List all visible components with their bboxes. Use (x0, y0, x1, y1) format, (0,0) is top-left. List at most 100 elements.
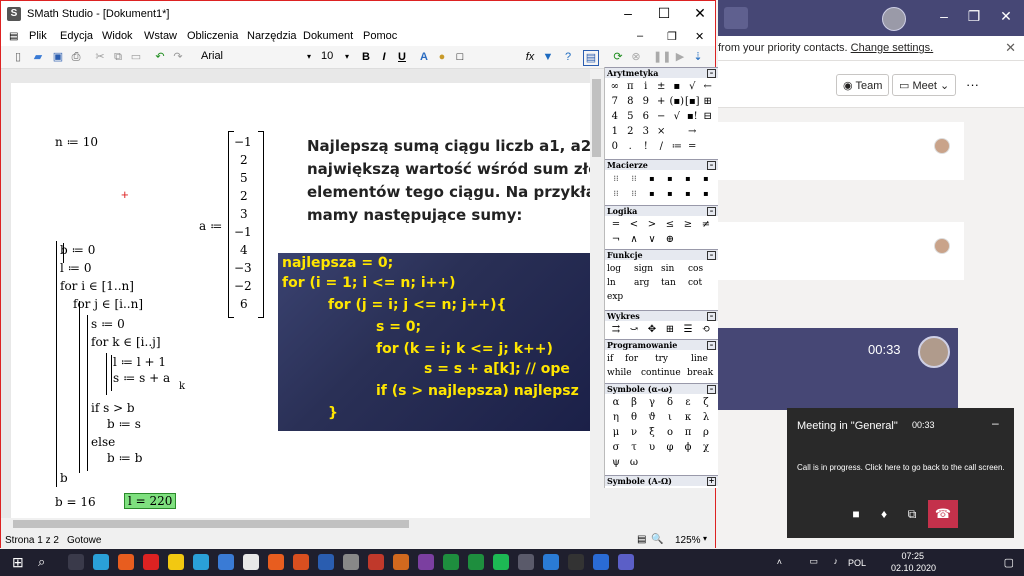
panel-button[interactable]: try (655, 352, 668, 366)
prog-line[interactable]: l ≔ l + 1 (113, 355, 166, 369)
vertical-scrollbar[interactable] (590, 69, 603, 530)
text-heading[interactable]: Najlepszą sumą ciągu liczb a1, a2, ... n… (307, 135, 590, 227)
menu-plik[interactable]: Plik (29, 30, 47, 42)
panel-button[interactable]: ← (700, 80, 716, 94)
panel-button[interactable]: log (607, 262, 621, 276)
collapse-icon[interactable]: – (707, 207, 716, 216)
panel-button[interactable]: υ (643, 441, 661, 455)
new-document-icon[interactable]: ▯ (11, 50, 25, 64)
panel-button[interactable]: < (625, 218, 643, 232)
doc-minimize-icon[interactable]: – (637, 30, 643, 42)
chevron-down-icon[interactable]: ▾ (345, 49, 349, 64)
prog-line[interactable]: else (91, 435, 115, 449)
restore-icon[interactable]: ❐ (964, 8, 984, 25)
panel-button[interactable]: 3 (638, 125, 654, 139)
italic-button[interactable]: I (377, 50, 391, 64)
tray-chevron-icon[interactable]: ˄ (777, 557, 782, 567)
prog-line[interactable]: s ≔ 0 (91, 317, 125, 331)
maximize-icon[interactable]: ☐ (649, 5, 679, 22)
panel-button[interactable]: γ (643, 396, 661, 410)
doc-restore-icon[interactable]: ❐ (667, 30, 677, 43)
panel-button[interactable]: > (643, 218, 661, 232)
opera-icon[interactable] (143, 554, 159, 570)
minimize-icon[interactable]: – (934, 8, 954, 24)
app-icon[interactable] (518, 554, 534, 570)
clock-date[interactable]: 02.10.2020 (891, 563, 936, 573)
font-name-select[interactable]: Arial (201, 49, 301, 64)
panel-button[interactable]: → (685, 125, 701, 139)
panel-button[interactable]: for (625, 352, 638, 366)
play-icon[interactable]: ▶ (673, 50, 687, 64)
banner-close-icon[interactable]: ✕ (1005, 36, 1016, 60)
doc-close-icon[interactable]: ✕ (695, 30, 704, 43)
collapse-icon[interactable]: – (707, 161, 716, 170)
panel-button[interactable]: − (654, 110, 670, 124)
pause-icon[interactable]: ❚❚ (653, 50, 671, 64)
panel-button[interactable]: ⊟ (700, 110, 716, 124)
call-card[interactable]: 00:33 (718, 328, 958, 410)
page-layout-icon[interactable]: ▤ (637, 534, 646, 545)
minimize-icon[interactable]: – (992, 416, 999, 430)
refresh-icon[interactable]: ⟲ (697, 323, 715, 337)
panel-button[interactable]: ϑ (643, 411, 661, 425)
excel-icon[interactable] (443, 554, 459, 570)
panel-button[interactable]: λ (697, 411, 715, 425)
panel-button[interactable]: arg (634, 276, 649, 290)
panel-button[interactable]: π (623, 80, 639, 94)
panel-button[interactable]: . (623, 140, 639, 154)
panel-button[interactable]: ω (625, 456, 643, 470)
panel-button[interactable]: 9 (638, 95, 654, 109)
app-icon[interactable] (393, 554, 409, 570)
panel-button[interactable]: ≠ (697, 218, 715, 232)
firefox-icon[interactable] (118, 554, 134, 570)
collapse-icon[interactable]: – (707, 69, 716, 78)
panel-button[interactable]: 0 (607, 140, 623, 154)
app-icon[interactable] (343, 554, 359, 570)
app-icon[interactable] (568, 554, 584, 570)
panel-button[interactable] (669, 125, 685, 139)
panel-header-symbole-latin[interactable]: Symbole (A-Ω) + (605, 475, 718, 486)
code-image[interactable]: najlepsza = 0; for (i = 1; i <= n; i++) … (278, 253, 590, 431)
undo-icon[interactable]: ↶ (153, 50, 167, 64)
panel-button[interactable]: ¬ (607, 233, 625, 247)
panel-button[interactable]: 7 (607, 95, 623, 109)
panel-button[interactable]: = (607, 218, 625, 232)
function-button[interactable]: fx (523, 50, 537, 64)
determinant-icon[interactable]: ⁝⁝ (625, 172, 643, 186)
store-icon[interactable] (193, 554, 209, 570)
prog-line[interactable]: for i ∈ [1..n] (60, 279, 134, 293)
panel-button[interactable]: σ (607, 441, 625, 455)
matrix-insert-icon[interactable]: ⁝⁝ (607, 172, 625, 186)
zoom-icon[interactable]: ⊞ (661, 323, 679, 337)
panel-button[interactable]: δ (661, 396, 679, 410)
worksheet[interactable]: n ≔ 10 + a ≔ −1 2 5 2 3 −1 4 −3 −2 6 b ≔ 0 l ≔ 0 … (11, 83, 590, 519)
menu-narzedzia[interactable]: Narzędzia (247, 30, 297, 42)
panel-button[interactable]: / (654, 140, 670, 154)
panel-button[interactable]: ▪! (685, 110, 701, 124)
prog-line[interactable]: b ≔ 0 (60, 243, 95, 257)
prog-line[interactable]: if s > b (91, 401, 135, 415)
norm-icon[interactable]: ▪ (679, 187, 697, 201)
search-icon[interactable]: ⌕ (38, 554, 45, 570)
prog-line[interactable]: b (60, 471, 68, 485)
panel-button[interactable]: ≤ (661, 218, 679, 232)
prog-line[interactable]: for j ∈ [i..n] (73, 297, 143, 311)
share-screen-icon[interactable]: ⧉ (899, 500, 925, 528)
mail-icon[interactable] (218, 554, 234, 570)
help-icon[interactable]: ? (561, 50, 575, 64)
panel-header-arytmetyka[interactable]: Arytmetyka – (605, 67, 718, 78)
panel-button[interactable]: = (685, 140, 701, 154)
task-view-icon[interactable] (68, 554, 84, 570)
copy-icon[interactable]: ⧉ (111, 50, 125, 64)
panel-button[interactable]: ξ (643, 426, 661, 440)
filter-icon[interactable]: ▼ (541, 50, 555, 64)
panel-button[interactable]: ϕ (679, 441, 697, 455)
network-icon[interactable]: ▭ (809, 556, 818, 567)
redo-icon[interactable]: ↷ (171, 50, 185, 64)
panel-button[interactable]: ± (654, 80, 670, 94)
transpose-icon[interactable]: ▪ (643, 172, 661, 186)
lines-icon[interactable]: ☰ (679, 323, 697, 337)
panel-button[interactable]: exp (607, 290, 623, 304)
column-icon[interactable]: ⁝⁝ (607, 187, 625, 201)
word-icon[interactable] (318, 554, 334, 570)
